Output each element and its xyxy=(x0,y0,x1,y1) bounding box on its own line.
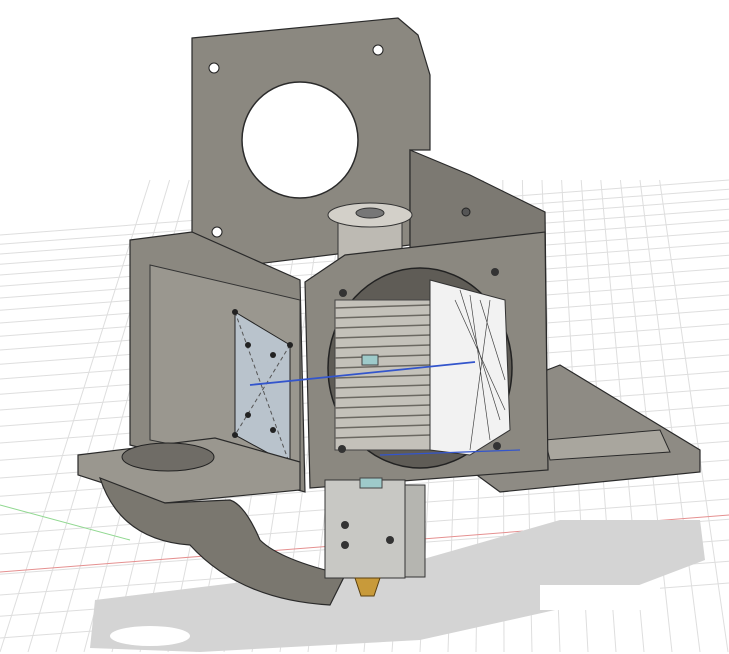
section-mesh xyxy=(429,279,511,456)
sketch-point xyxy=(359,477,383,489)
screw-hole xyxy=(208,62,220,74)
screw-hole xyxy=(461,207,471,217)
grid-line xyxy=(0,179,151,653)
screw-hole xyxy=(372,44,384,56)
screw-hole xyxy=(211,226,223,238)
model-canvas[interactable] xyxy=(0,0,729,654)
sketch-point[interactable] xyxy=(361,354,379,366)
ledge-hole xyxy=(121,442,215,472)
motor-hole xyxy=(241,81,359,199)
cad-viewport[interactable] xyxy=(0,0,729,654)
